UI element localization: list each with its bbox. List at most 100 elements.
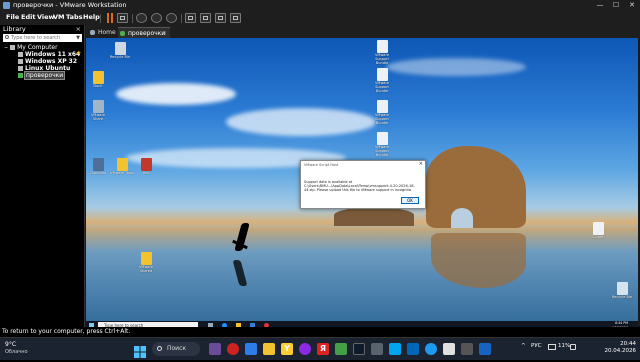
guest-desktop[interactable]: Recycle Bin Doclr VMware Share Clipboard…: [86, 38, 638, 330]
document-icon: [376, 100, 388, 113]
host-clock[interactable]: 20:44 20.04.2026: [605, 341, 637, 355]
vm-icon: [18, 59, 23, 64]
script-host-dialog: VMware Script Host × Support data is ava…: [300, 160, 426, 209]
clipboard-icon: [92, 158, 104, 171]
tree-item-windows-11[interactable]: Windows 11 x64: [18, 51, 80, 58]
vscode-icon[interactable]: [407, 343, 419, 355]
tree-item-windows-xp[interactable]: Windows XP 32: [18, 58, 77, 65]
cloud: [386, 58, 526, 76]
desktop-icon-support-bundle-3[interactable]: VMware Support Bundle: [370, 100, 394, 125]
tab-home[interactable]: Home: [88, 27, 116, 38]
app-icon[interactable]: [227, 343, 239, 355]
app-icon[interactable]: [443, 343, 455, 355]
desktop-icon-clipboard[interactable]: Clipboard: [86, 158, 110, 175]
app-icon[interactable]: [353, 343, 365, 355]
host-search-input[interactable]: Поиск: [152, 342, 200, 356]
yandex-browser-icon[interactable]: Y: [281, 343, 293, 355]
water: [86, 228, 638, 323]
yandex-icon[interactable]: Я: [317, 343, 329, 355]
tray-percent[interactable]: 11%: [558, 343, 570, 349]
desktop-icon-vmware-shared[interactable]: VMware Shared: [134, 252, 158, 273]
app-icon[interactable]: [299, 343, 311, 355]
menu-vm[interactable]: VM: [53, 13, 65, 21]
app-icon: [140, 158, 152, 171]
desktop-icon-recycle-bin[interactable]: Recycle Bin: [108, 42, 132, 59]
dialog-close-icon[interactable]: ×: [419, 161, 423, 167]
maximize-button[interactable]: ☐: [608, 0, 624, 11]
host-taskbar: 9°C Облачно Поиск Y Я ^ РУС 11% 20:44 20…: [0, 337, 640, 360]
library-close-icon[interactable]: ×: [76, 25, 81, 33]
tab-bar: Home проверочки ×: [86, 25, 640, 38]
chevron-down-icon[interactable]: ▼: [76, 34, 80, 42]
menu-bar: File Edit View VM Tabs Help: [0, 11, 640, 25]
dialog-title: VMware Script Host: [304, 163, 339, 167]
app-icon[interactable]: [371, 343, 383, 355]
tray-lang[interactable]: РУС: [531, 343, 542, 349]
document-icon: [376, 68, 388, 81]
app-icon[interactable]: [389, 343, 401, 355]
weather-condition: Облачно: [5, 349, 28, 355]
desktop-icon-support-bundle-1[interactable]: VMware Support Bundle: [370, 40, 394, 65]
minimize-button[interactable]: —: [592, 0, 608, 11]
app-icon[interactable]: [461, 343, 473, 355]
vm-icon: [18, 66, 23, 71]
tree-collapse-icon[interactable]: −: [4, 45, 8, 51]
thumbnail-view-icon[interactable]: [200, 13, 211, 23]
revert-snapshot-icon[interactable]: [151, 13, 162, 23]
copilot-icon[interactable]: [209, 343, 221, 355]
menu-file[interactable]: File: [6, 13, 19, 21]
desktop-icon-vmware-share[interactable]: VMware Share: [86, 100, 110, 121]
document-icon: [376, 40, 388, 53]
desktop-icon-support-bundle-4[interactable]: VMware Support Bundle: [370, 132, 394, 157]
pause-icon[interactable]: [107, 13, 113, 23]
recycle-bin-icon: [616, 282, 628, 295]
vm-tab-icon: [120, 31, 125, 36]
folder-icon: [92, 71, 104, 84]
snapshot-manager-icon[interactable]: [166, 13, 177, 23]
search-icon: [157, 346, 162, 351]
vm-icon: [18, 52, 23, 57]
tree-item-linux-ubuntu[interactable]: Linux Ubuntu: [18, 65, 70, 72]
telegram-icon[interactable]: [245, 343, 257, 355]
library-title: Library: [3, 25, 26, 33]
power-dropdown-icon[interactable]: [117, 13, 128, 23]
vmware-app-icon: [3, 2, 10, 9]
vmware-taskbar-icon[interactable]: [479, 343, 491, 355]
recycle-bin-icon: [114, 42, 126, 55]
vmware-status-bar: To return to your computer, press Ctrl+A…: [0, 327, 640, 337]
file-explorer-icon[interactable]: [263, 343, 275, 355]
search-icon: [5, 35, 9, 39]
network-icon[interactable]: [548, 344, 556, 350]
windows-start-icon[interactable]: [134, 343, 146, 358]
menu-tabs[interactable]: Tabs: [66, 13, 83, 21]
cloud: [226, 108, 376, 136]
desktop-icon-doclr[interactable]: Doclr: [86, 71, 110, 88]
unity-icon[interactable]: [230, 13, 241, 23]
menu-edit[interactable]: Edit: [21, 13, 35, 21]
menu-help[interactable]: Help: [83, 13, 100, 21]
library-search-input[interactable]: Type here to search ▼: [3, 34, 82, 42]
toolbar-separator: [132, 14, 133, 23]
desktop-icon-vmware-tools[interactable]: VMware Tools: [110, 158, 134, 175]
fullscreen-icon[interactable]: [215, 13, 226, 23]
tray-chevron-icon[interactable]: ^: [521, 343, 526, 349]
close-button[interactable]: ✕: [624, 0, 640, 11]
tree-item-proverochki[interactable]: проверочки: [18, 71, 66, 80]
snapshot-icon[interactable]: [136, 13, 147, 23]
menu-view[interactable]: View: [37, 13, 55, 21]
battery-icon[interactable]: [570, 344, 576, 350]
desktop-icon-test[interactable]: test: [134, 158, 158, 175]
app-icon[interactable]: [425, 343, 437, 355]
toolbar-separator: [181, 14, 182, 23]
dialog-ok-button[interactable]: OK: [401, 197, 419, 204]
tab-proverochki[interactable]: проверочки ×: [118, 27, 170, 38]
desktop-icon-recycle-bin-right[interactable]: Recycle Bin: [610, 282, 634, 299]
toolbar-separator: [100, 14, 101, 23]
desktop-icon-support[interactable]: Support: [586, 222, 610, 239]
rock-arch-opening: [451, 208, 473, 228]
library-view-icon[interactable]: [185, 13, 196, 23]
app-icon[interactable]: [335, 343, 347, 355]
home-icon: [90, 30, 95, 35]
tree-root-my-computer[interactable]: − My Computer: [4, 44, 58, 51]
desktop-icon-support-bundle-2[interactable]: VMware Support Bundle: [370, 68, 394, 93]
